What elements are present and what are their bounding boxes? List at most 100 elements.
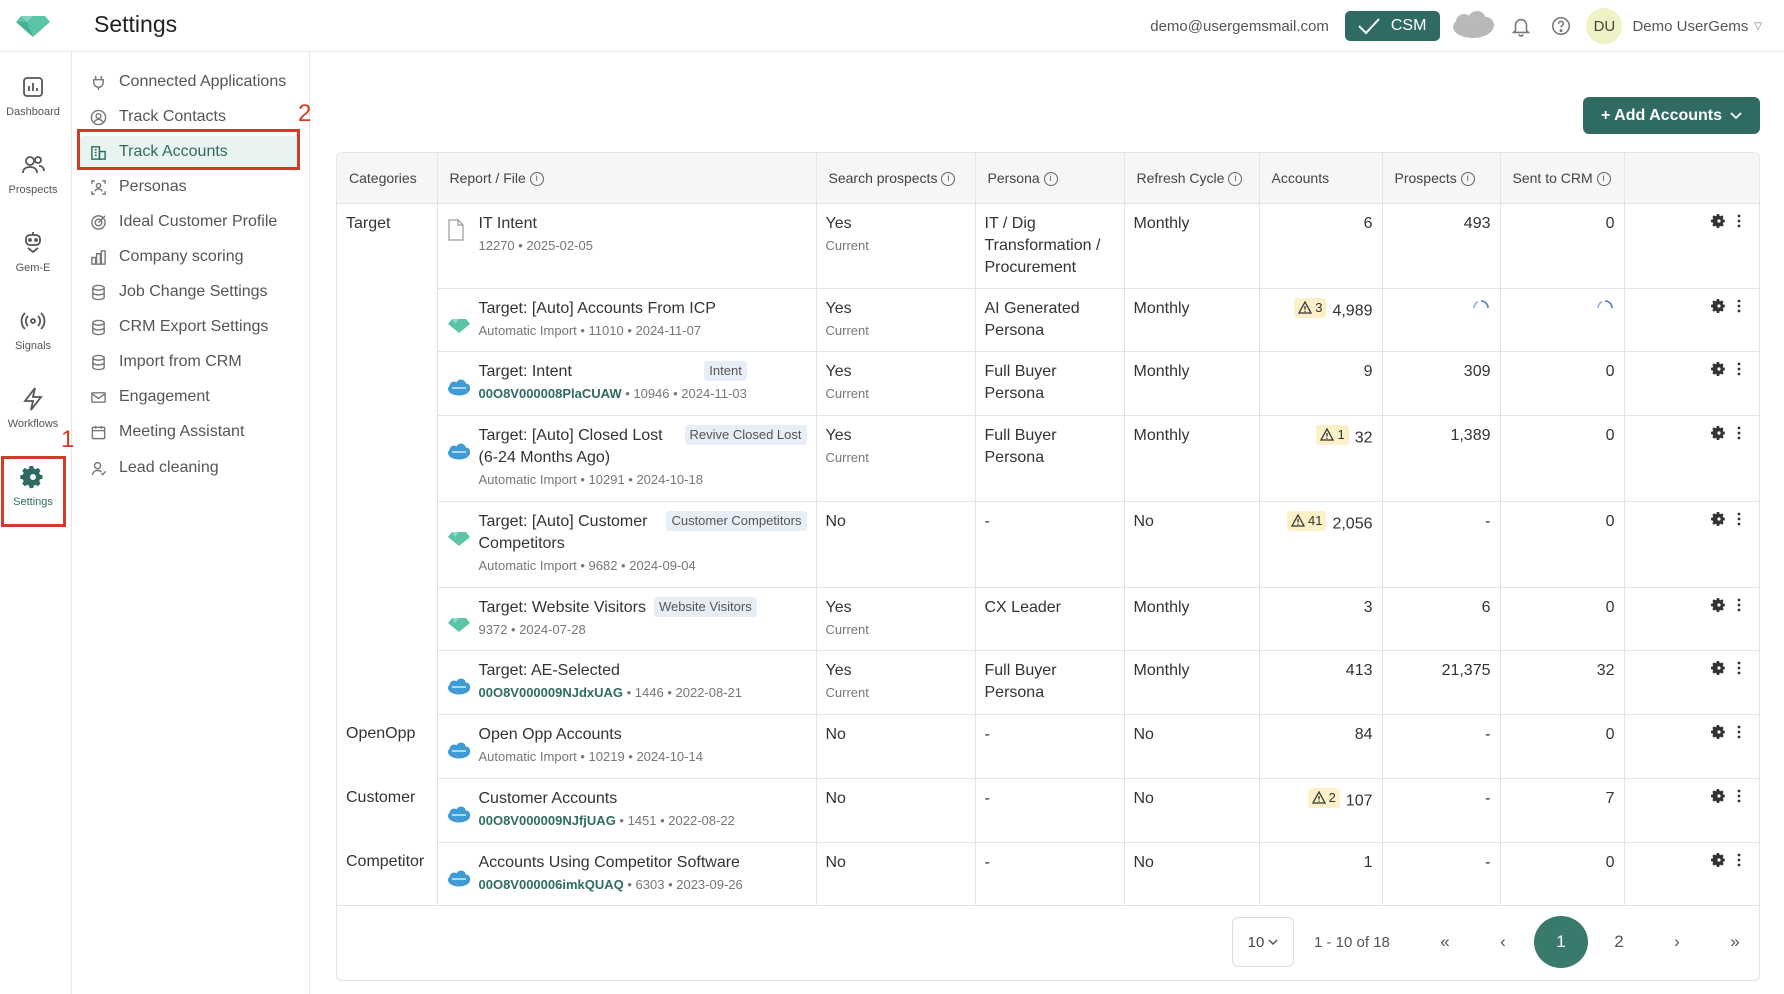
info-icon[interactable]: i [1228, 171, 1243, 186]
avatar[interactable]: DU [1586, 8, 1623, 44]
row-settings-button[interactable] [1707, 298, 1727, 317]
subnav-item-lead-cleaning[interactable]: Lead cleaning [80, 452, 300, 484]
row-more-button[interactable] [1727, 789, 1747, 807]
bar-chart-icon [91, 249, 106, 265]
col-sent-to-crm: Sent to CRM i [1500, 153, 1625, 204]
info-icon[interactable]: i [1043, 171, 1058, 186]
row-settings-button[interactable] [1707, 597, 1727, 616]
report-name[interactable]: Target: Website Visitors [479, 597, 646, 619]
report-name[interactable]: Open Opp Accounts [479, 726, 622, 743]
search-prospects-cell: No [816, 778, 976, 843]
info-icon[interactable]: i [1460, 171, 1475, 186]
table-row[interactable]: Target: Intent Intent 00O8V000008PlaCUAW •… [337, 351, 1759, 416]
salesforce-icon [447, 678, 470, 694]
user-name[interactable]: Demo UserGems [1632, 18, 1748, 35]
row-settings-button[interactable] [1707, 425, 1727, 444]
refresh-cycle-cell: Monthly [1124, 351, 1260, 416]
row-more-button[interactable] [1727, 661, 1747, 679]
database-icon [92, 284, 105, 300]
report-name[interactable]: Target: Intent [479, 361, 697, 383]
subnav-item-connected-applications[interactable]: Connected Applications [80, 66, 300, 98]
first-page-button[interactable]: « [1418, 916, 1472, 968]
subnav-item-company-scoring[interactable]: Company scoring [80, 241, 300, 273]
next-page-button[interactable]: › [1650, 916, 1704, 968]
last-page-button[interactable]: » [1708, 916, 1762, 968]
row-settings-button[interactable] [1707, 724, 1727, 743]
info-icon[interactable]: i [529, 171, 544, 186]
subnav-item-job-change-settings[interactable]: Job Change Settings [80, 276, 300, 308]
row-settings-button[interactable] [1707, 213, 1727, 232]
table-row[interactable]: Target: AE-Selected 00O8V000009NJdxUAG • … [337, 650, 1759, 715]
col-persona: Persona i [975, 153, 1125, 204]
salesforce-cloud-icon[interactable] [1450, 11, 1496, 41]
warning-badge[interactable]: 41 [1286, 510, 1327, 531]
report-tag: Website Visitors [653, 596, 757, 617]
report-name[interactable]: IT Intent [479, 215, 537, 232]
table-row[interactable]: OpenOpp Open Opp Accounts Automatic Import… [337, 714, 1759, 779]
bell-icon[interactable] [1506, 11, 1536, 41]
warning-badge[interactable]: 3 [1294, 297, 1327, 318]
nav-prospects[interactable]: Prospects [0, 152, 66, 196]
crm-report-link[interactable]: 00O8V000008PlaCUAW [479, 386, 622, 401]
row-more-button[interactable] [1727, 426, 1747, 444]
warning-icon [1311, 791, 1326, 804]
table-row[interactable]: Competitor Accounts Using Competitor Soft… [337, 842, 1759, 906]
info-icon[interactable]: i [1596, 171, 1611, 186]
help-icon[interactable] [1546, 11, 1576, 41]
crm-report-link[interactable]: 00O8V000009NJfjUAG [479, 813, 616, 828]
row-more-button[interactable] [1727, 598, 1747, 616]
subnav-item-import-from-crm[interactable]: Import from CRM [80, 346, 300, 378]
report-name[interactable]: Target: [Auto] Customer Competitors [479, 511, 659, 555]
table-row[interactable]: Target IT Intent 12270 • 2025-02-05 Yes Curr… [337, 203, 1759, 714]
nav-gem-e-label: Gem-E [15, 262, 51, 274]
page-1-button[interactable]: 1 [1534, 916, 1588, 968]
row-more-button[interactable] [1727, 725, 1747, 743]
table-row[interactable]: Target: [Auto] Customer Competitors Custo… [337, 501, 1759, 588]
crm-report-link[interactable]: 00O8V000006imkQUAQ [479, 877, 624, 892]
subnav-item-ideal-customer-profile[interactable]: Ideal Customer Profile [80, 206, 300, 238]
page-size-select[interactable]: 10 [1232, 917, 1294, 967]
info-icon[interactable]: i [941, 171, 956, 186]
nav-gem-e[interactable]: Gem-E [0, 230, 66, 274]
row-settings-button[interactable] [1707, 788, 1727, 807]
table-row[interactable]: Target: Website Visitors Website Visitors… [337, 587, 1759, 651]
chevron-down-icon[interactable]: ▽ [1754, 21, 1762, 32]
row-settings-button[interactable] [1707, 511, 1727, 530]
row-more-button[interactable] [1727, 512, 1747, 530]
crm-report-link[interactable]: 00O8V000009NJdxUAG [479, 685, 624, 700]
subnav-item-crm-export-settings[interactable]: CRM Export Settings [80, 311, 300, 343]
subnav-item-meeting-assistant[interactable]: Meeting Assistant [80, 416, 300, 448]
row-more-button[interactable] [1727, 362, 1747, 380]
warning-badge[interactable]: 2 [1307, 787, 1340, 808]
row-more-button[interactable] [1727, 299, 1747, 317]
table-row[interactable]: Customer Customer Accounts 00O8V000009NJfj… [337, 778, 1759, 843]
report-name[interactable]: Customer Accounts [479, 790, 618, 807]
page-2-button[interactable]: 2 [1592, 916, 1646, 968]
nav-dashboard[interactable]: Dashboard [0, 74, 66, 118]
more-options-icon [1737, 362, 1741, 375]
report-name[interactable]: Target: [Auto] Closed Lost (6-24 Months … [479, 425, 677, 469]
usergems-logo[interactable] [14, 10, 52, 40]
row-settings-button[interactable] [1707, 660, 1727, 679]
actions-cell [1624, 501, 1759, 588]
report-name[interactable]: Accounts Using Competitor Software [479, 854, 740, 871]
actions-cell [1624, 288, 1759, 352]
subnav-item-personas[interactable]: Personas [80, 171, 300, 203]
nav-workflows[interactable]: Workflows [0, 386, 66, 430]
report-name[interactable]: Target: AE-Selected [479, 662, 620, 679]
row-more-button[interactable] [1727, 214, 1747, 232]
add-accounts-button[interactable]: + Add Accounts [1583, 97, 1760, 134]
gear-icon [1711, 213, 1725, 228]
table-row[interactable]: Target: [Auto] Accounts From ICP Automati… [337, 288, 1759, 352]
row-settings-button[interactable] [1707, 852, 1727, 871]
table-row[interactable]: Target: [Auto] Closed Lost (6-24 Months … [337, 415, 1759, 502]
actions-cell [1624, 650, 1759, 715]
prev-page-button[interactable]: ‹ [1476, 916, 1530, 968]
row-more-button[interactable] [1727, 853, 1747, 871]
report-name[interactable]: Target: [Auto] Accounts From ICP [479, 300, 716, 317]
warning-badge[interactable]: 1 [1316, 424, 1349, 445]
subnav-item-engagement[interactable]: Engagement [80, 381, 300, 413]
nav-signals[interactable]: Signals [0, 308, 66, 352]
csm-button[interactable]: CSM [1344, 11, 1441, 41]
row-settings-button[interactable] [1707, 361, 1727, 380]
